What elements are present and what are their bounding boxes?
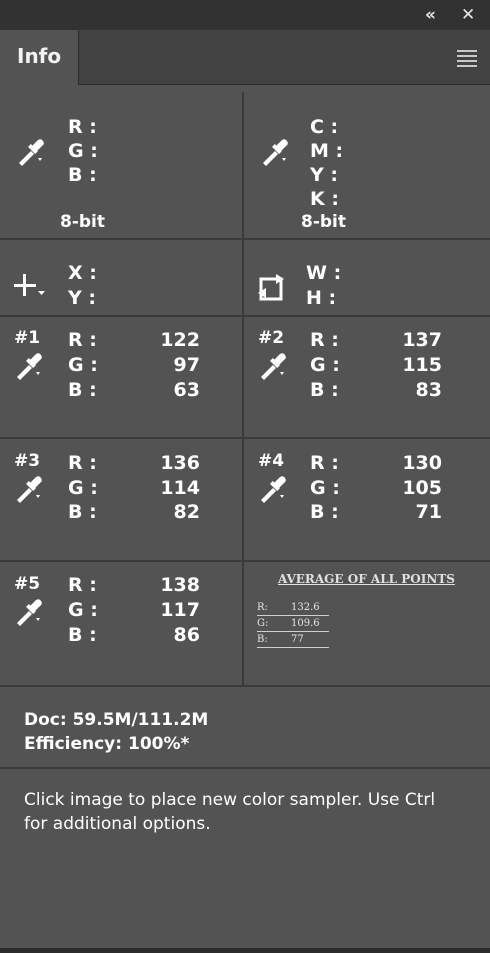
average-b-value: 77: [291, 634, 304, 645]
divider: [242, 92, 244, 685]
sampler-r-value: 122: [160, 329, 200, 351]
cmyk-c-label: C :: [310, 116, 339, 138]
eyedropper-icon[interactable]: [12, 350, 44, 382]
sampler-g-value: 115: [402, 354, 442, 376]
divider: [0, 767, 490, 769]
divider: [0, 315, 490, 317]
rgb-bit-depth[interactable]: 8-bit: [60, 212, 105, 232]
sampler-g-label: G :: [68, 354, 98, 376]
sampler-b-label: B :: [68, 501, 97, 523]
rgb-r-label: R :: [68, 116, 97, 138]
sampler-number: #1: [14, 328, 41, 348]
transform-box-icon: [258, 274, 284, 301]
divider: [0, 238, 490, 240]
average-row-b: B: 77: [257, 633, 329, 648]
collapse-panel-button[interactable]: «: [425, 4, 436, 26]
cmyk-k-label: K :: [310, 188, 339, 210]
sampler-r-value: 136: [160, 452, 200, 474]
sampler-number: #3: [14, 451, 41, 471]
divider: [0, 560, 490, 562]
cmyk-m-label: M :: [310, 140, 344, 162]
sampler-r-value: 130: [402, 452, 442, 474]
tab-info[interactable]: Info: [0, 30, 79, 85]
sampler-r-label: R :: [68, 574, 97, 596]
sampler-g-label: G :: [68, 477, 98, 499]
average-r-label: R:: [257, 602, 268, 613]
eyedropper-icon[interactable]: [258, 136, 290, 168]
sampler-b-value: 86: [173, 624, 200, 646]
sampler-number: #5: [14, 574, 41, 594]
panel-bottom-edge: [0, 948, 490, 953]
crosshair-icon[interactable]: [12, 272, 48, 302]
average-g-label: G:: [257, 618, 269, 629]
position-y-label: Y :: [68, 287, 96, 309]
sampler-b-label: B :: [310, 501, 339, 523]
eyedropper-icon[interactable]: [12, 473, 44, 505]
panel-tab-strip: Info: [0, 30, 490, 85]
average-g-value: 109.6: [291, 618, 320, 629]
position-x-label: X :: [68, 262, 97, 284]
sampler-b-label: B :: [68, 379, 97, 401]
eyedropper-icon[interactable]: [12, 596, 44, 628]
eyedropper-icon[interactable]: [14, 136, 46, 168]
cmyk-bit-depth[interactable]: 8-bit: [301, 212, 346, 232]
average-row-g: G: 109.6: [257, 617, 329, 632]
average-title: AVERAGE OF ALL POINTS: [278, 572, 455, 586]
size-h-label: H :: [306, 287, 337, 309]
divider: [0, 437, 490, 439]
sampler-g-label: G :: [68, 599, 98, 621]
sampler-number: #4: [258, 451, 285, 471]
sampler-b-value: 63: [173, 379, 200, 401]
tab-info-label: Info: [17, 44, 62, 68]
close-panel-button[interactable]: ✕: [461, 4, 475, 26]
status-hint: Click image to place new color sampler. …: [24, 790, 436, 834]
average-row-r: R: 132.6: [257, 601, 329, 616]
panel-title-bar: « ✕: [0, 0, 490, 30]
doc-size: Doc: 59.5M/111.2M: [24, 710, 209, 730]
sampler-g-value: 117: [160, 599, 200, 621]
sampler-b-value: 83: [415, 379, 442, 401]
rgb-g-label: G :: [68, 140, 98, 162]
average-r-value: 132.6: [291, 602, 320, 613]
eyedropper-icon[interactable]: [256, 473, 288, 505]
sampler-r-label: R :: [310, 452, 339, 474]
panel-menu-icon[interactable]: [457, 50, 477, 67]
average-b-label: B:: [257, 634, 268, 645]
sampler-r-value: 137: [402, 329, 442, 351]
sampler-r-label: R :: [310, 329, 339, 351]
sampler-g-label: G :: [310, 477, 340, 499]
sampler-g-value: 114: [160, 477, 200, 499]
sampler-r-label: R :: [68, 329, 97, 351]
sampler-b-value: 82: [173, 501, 200, 523]
sampler-b-label: B :: [68, 624, 97, 646]
efficiency: Efficiency: 100%*: [24, 734, 190, 754]
cmyk-y-label: Y :: [310, 164, 338, 186]
sampler-r-value: 138: [160, 574, 200, 596]
sampler-g-label: G :: [310, 354, 340, 376]
sampler-b-value: 71: [415, 501, 442, 523]
sampler-g-value: 97: [173, 354, 200, 376]
sampler-number: #2: [258, 328, 285, 348]
rgb-b-label: B :: [68, 164, 97, 186]
sampler-b-label: B :: [310, 379, 339, 401]
size-w-label: W :: [306, 262, 342, 284]
sampler-r-label: R :: [68, 452, 97, 474]
eyedropper-icon[interactable]: [256, 350, 288, 382]
divider: [0, 685, 490, 687]
sampler-g-value: 105: [402, 477, 442, 499]
